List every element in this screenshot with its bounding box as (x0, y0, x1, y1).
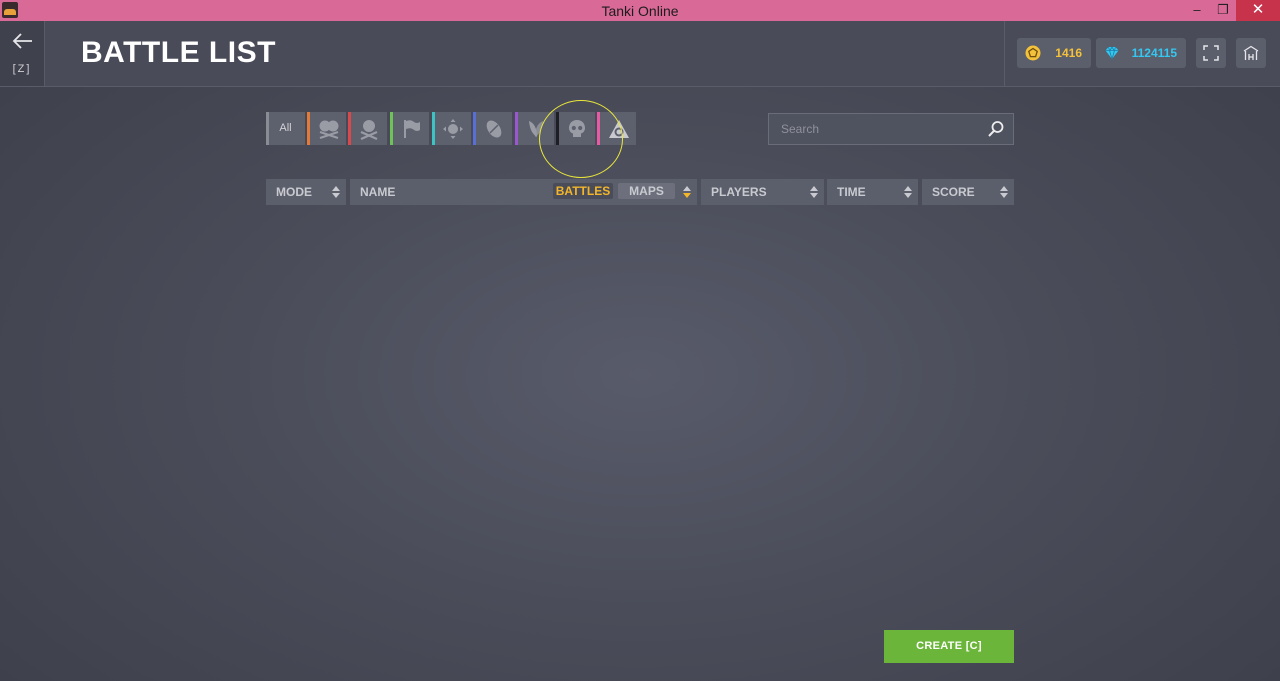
filter-stripe (597, 112, 600, 145)
column-score[interactable]: SCORE (922, 179, 1014, 205)
control-points-icon (443, 119, 463, 139)
filter-stripe (432, 112, 435, 145)
filter-team-deathmatch-button[interactable] (307, 112, 346, 145)
column-players-label: PLAYERS (711, 185, 767, 199)
filter-stripe (473, 112, 476, 145)
search-box[interactable] (768, 113, 1014, 145)
diamond-icon (1105, 46, 1119, 61)
sort-icon (904, 186, 912, 198)
sort-icon (1000, 186, 1008, 198)
back-shortcut-label: [Z] (12, 63, 32, 75)
sort-icon (683, 186, 691, 198)
battles-toggle[interactable]: BATTLES (553, 183, 613, 199)
filter-control-points-button[interactable] (432, 112, 471, 145)
close-button[interactable]: ✕ (1236, 0, 1280, 21)
garage-button[interactable] (1236, 38, 1266, 68)
column-time-label: TIME (837, 185, 866, 199)
filter-deathmatch-button[interactable] (348, 112, 387, 145)
sort-icon (810, 186, 818, 198)
page-header: [Z] BATTLE LIST 1416 1124115 (0, 21, 1280, 87)
rubies-balance[interactable]: 1124115 (1096, 38, 1186, 68)
page-title: BATTLE LIST (81, 36, 276, 69)
crystals-value: 1416 (1055, 46, 1082, 60)
filter-stripe (348, 112, 351, 145)
column-players[interactable]: PLAYERS (701, 179, 824, 205)
filter-ctf-button[interactable] (390, 112, 429, 145)
search-icon[interactable] (987, 120, 1005, 138)
minimize-button[interactable]: – (1186, 0, 1208, 21)
search-input[interactable] (769, 114, 981, 144)
column-time[interactable]: TIME (827, 179, 918, 205)
header-right-panel: 1416 1124115 (1004, 21, 1280, 86)
column-name-label: NAME (360, 185, 396, 199)
rubies-value: 1124115 (1131, 46, 1177, 60)
maximize-button[interactable]: ❐ (1212, 0, 1234, 21)
filter-all-button[interactable]: All (266, 112, 305, 145)
column-mode-label: MODE (276, 185, 312, 199)
siege-icon (609, 120, 629, 138)
filter-assault-button[interactable] (515, 112, 554, 145)
create-battle-button[interactable]: CREATE [C] (884, 630, 1014, 663)
capture-the-flag-icon (404, 120, 420, 138)
back-button[interactable]: [Z] (0, 21, 45, 86)
team-deathmatch-icon (319, 120, 339, 140)
fullscreen-button[interactable] (1196, 38, 1226, 68)
rugby-icon (486, 120, 502, 138)
window-title-bar: Tanki Online – ❐ ✕ (0, 0, 1280, 21)
filter-juggernaut-button[interactable] (556, 112, 595, 145)
garage-icon (1243, 45, 1259, 60)
deathmatch-icon (360, 120, 378, 140)
maps-toggle[interactable]: MAPS (618, 183, 675, 199)
sort-icon (332, 186, 340, 198)
column-score-label: SCORE (932, 185, 975, 199)
filter-rugby-button[interactable] (473, 112, 512, 145)
filter-stripe (556, 112, 559, 145)
filter-stripe (390, 112, 393, 145)
crystal-icon (1025, 45, 1041, 61)
crystals-balance[interactable]: 1416 (1017, 38, 1091, 68)
filter-all-label: All (279, 122, 292, 134)
window-title: Tanki Online (601, 3, 679, 19)
filter-siege-button[interactable] (597, 112, 636, 145)
filter-stripe (307, 112, 310, 145)
assault-icon (529, 121, 543, 137)
fullscreen-icon (1203, 45, 1219, 61)
back-arrow-icon (12, 33, 32, 49)
filter-stripe (515, 112, 518, 145)
column-mode[interactable]: MODE (266, 179, 346, 205)
column-name[interactable]: NAME BATTLES MAPS (350, 179, 697, 205)
juggernaut-icon (569, 120, 585, 137)
